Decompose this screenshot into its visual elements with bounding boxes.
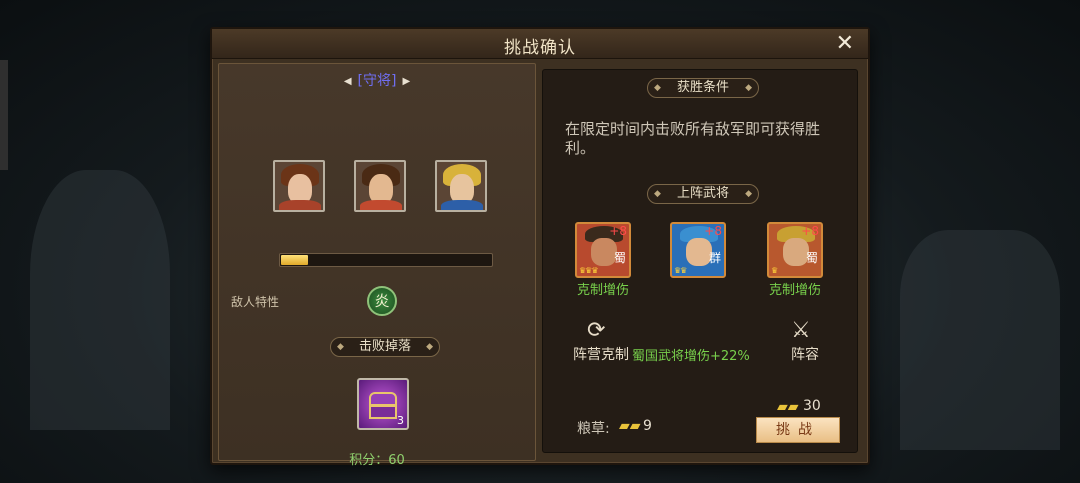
portrait-body [279, 200, 321, 210]
progress-fill [281, 255, 308, 265]
general-3-label: 克制增伤 [768, 283, 821, 298]
general-card-2[interactable]: +8 群 ♛♛ [670, 222, 726, 278]
fire-trait-icon[interactable]: 炎 [367, 286, 397, 316]
drops-title: 击败掉落 [358, 339, 411, 354]
grain-label: 粮草: [577, 421, 610, 437]
crown-icons: ♛ [771, 266, 778, 275]
general-card-3[interactable]: +8 蜀 ♛ [767, 222, 823, 278]
background-edge-tab [0, 60, 8, 170]
enemy-trait-label: 敌人特性 [231, 295, 280, 309]
challenge-confirm-dialog: 挑战确认 ✕ ◀ [守将] ▶ 敌人特性 炎 击败掉落 [210, 27, 870, 468]
grain-value: 9 [643, 418, 652, 434]
portrait-body [441, 200, 483, 210]
crown-icons: ♛♛♛ [579, 266, 598, 275]
generals-banner: 上阵武将 [647, 184, 759, 204]
general-level: +8 [801, 224, 819, 238]
defender-portrait-1[interactable] [273, 160, 325, 212]
dialog-titlebar: 挑战确认 ✕ [212, 29, 868, 59]
faction-counter-label: 阵营克制 [573, 347, 629, 363]
general-faction: 蜀 [805, 251, 818, 265]
arrow-left-icon[interactable]: ◀ [344, 76, 352, 87]
general-level: +8 [609, 224, 627, 238]
general-level: +8 [704, 224, 722, 238]
portrait-body [360, 200, 402, 210]
cost-gold-icon: ▰▰ [777, 399, 799, 415]
faction-bonus-text: 蜀国武将增伤+22% [632, 349, 750, 364]
faction-counter-icon[interactable]: ⟳ [587, 318, 605, 343]
victory-banner: 获胜条件 [647, 78, 759, 98]
victory-title: 获胜条件 [676, 80, 729, 95]
close-icon[interactable]: ✕ [836, 31, 854, 56]
arrow-right-icon[interactable]: ▶ [402, 76, 410, 87]
gold-ingot-icon: ▰▰ [619, 418, 641, 434]
victory-description: 在限定时间内击败所有敌军即可获得胜利。 [565, 120, 821, 157]
defender-progress-bar [279, 253, 493, 267]
general-faction: 群 [708, 251, 721, 265]
battle-info-panel: 获胜条件 在限定时间内击败所有敌军即可获得胜利。 上阵武将 +8 蜀 ♛♛♛ 克… [542, 69, 858, 453]
lineup-label[interactable]: 阵容 [791, 344, 819, 364]
chest-lid [369, 392, 397, 406]
general-card-1[interactable]: +8 蜀 ♛♛♛ [575, 222, 631, 278]
crossed-swords-icon[interactable]: ⚔ [791, 318, 811, 343]
defender-portrait-2[interactable] [354, 160, 406, 212]
challenge-button[interactable]: 挑战 [756, 417, 840, 443]
defender-portrait-3[interactable] [435, 160, 487, 212]
background-silhouette-right [900, 230, 1060, 450]
challenge-cost: 30 [803, 398, 821, 414]
background-silhouette-left [30, 170, 170, 430]
chest-box [369, 405, 397, 419]
chest-count: 3 [397, 414, 404, 427]
points-text: 积分：60 [349, 453, 405, 468]
treasure-chest-icon[interactable]: 3 [357, 378, 409, 430]
general-faction: 蜀 [613, 251, 626, 265]
defender-panel: ◀ [守将] ▶ 敌人特性 炎 击败掉落 3 [218, 63, 536, 468]
defender-label: [守将] [357, 73, 397, 89]
general-1-label: 克制增伤 [576, 283, 629, 298]
drops-banner: 击败掉落 [330, 337, 440, 357]
crown-icons: ♛♛ [674, 266, 687, 275]
generals-title: 上阵武将 [676, 186, 729, 201]
defender-selector: ◀ [守将] ▶ [219, 70, 535, 90]
dialog-title: 挑战确认 [504, 38, 576, 58]
